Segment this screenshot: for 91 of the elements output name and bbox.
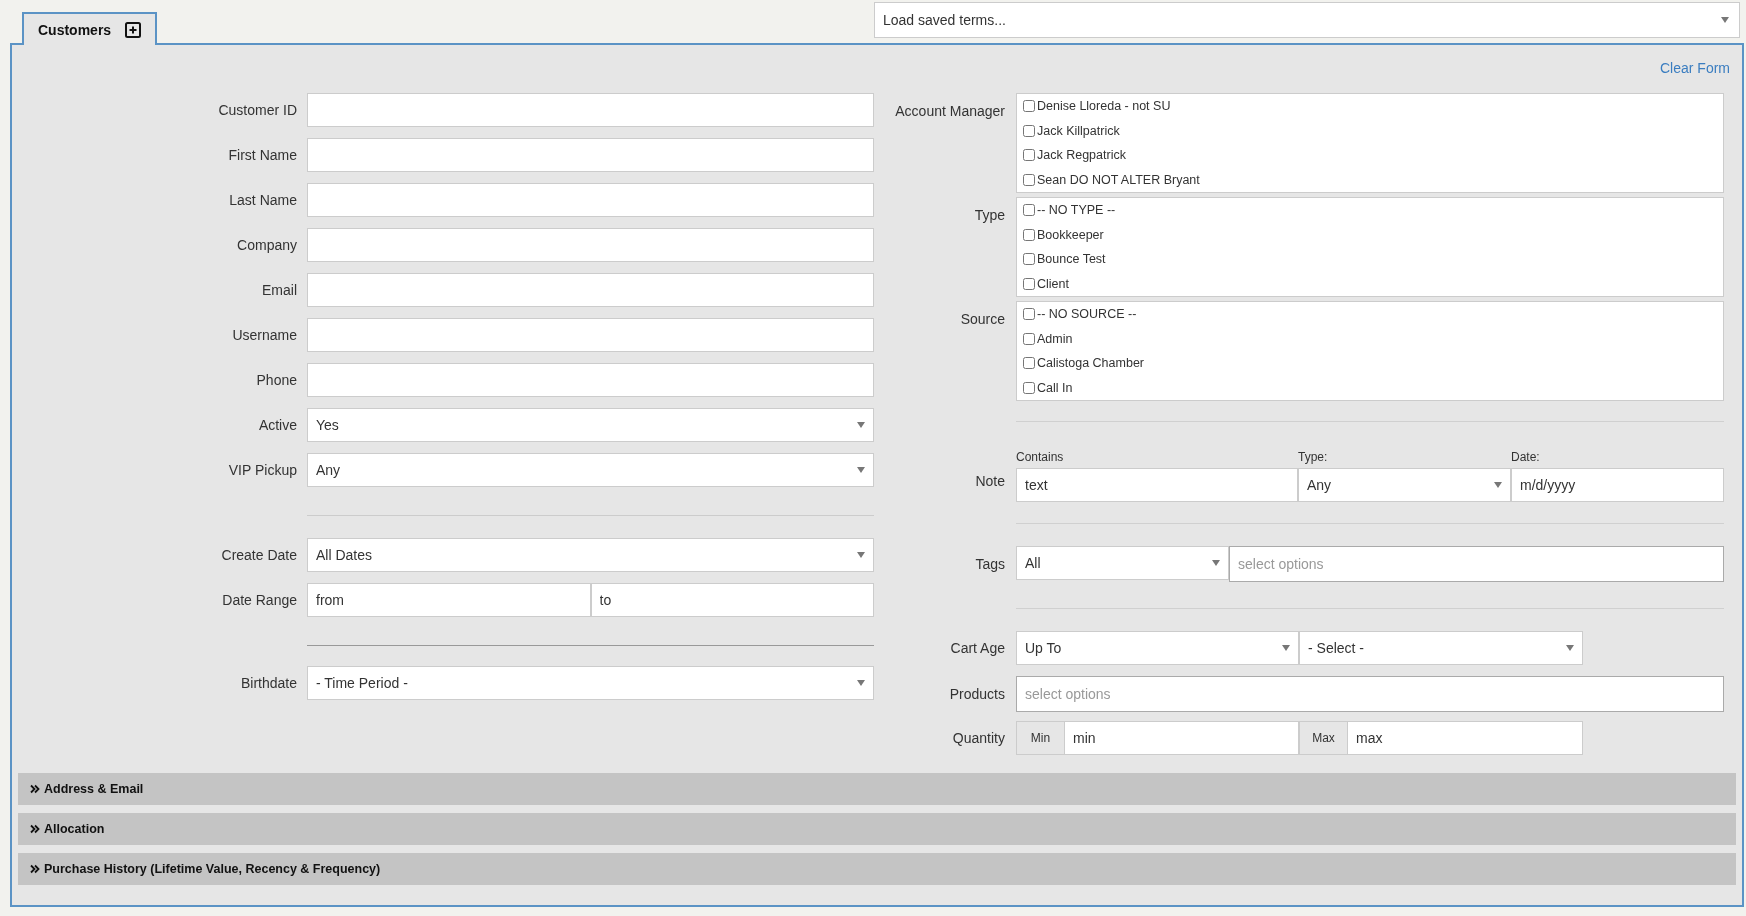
field-label: First Name [227, 147, 297, 163]
text-field[interactable] [307, 93, 874, 127]
plus-square-icon[interactable] [125, 21, 142, 38]
checkbox[interactable] [1023, 357, 1035, 370]
checkbox[interactable] [1023, 124, 1035, 137]
checkbox[interactable] [1023, 100, 1035, 112]
caret-icon [1566, 645, 1574, 651]
field-label: Products [948, 686, 1005, 702]
field-label: Active [257, 417, 297, 433]
field-label: Phone [255, 372, 297, 388]
checkbox-label: Call In [1037, 380, 1073, 395]
select-field[interactable]: All Dates [307, 538, 874, 572]
field-label: Source [959, 310, 1005, 327]
caret-icon [857, 422, 865, 428]
note-date-field[interactable]: m/d/yyyy [1511, 468, 1724, 502]
text-field[interactable] [307, 273, 874, 307]
checkbox[interactable] [1023, 204, 1035, 216]
max-field[interactable]: max [1347, 721, 1583, 755]
field-label: Last Name [228, 192, 297, 208]
caret-icon [857, 552, 865, 558]
field-caption: Type: [1298, 450, 1329, 464]
section-header[interactable]: Purchase History (Lifetime Value, Recency & Frequency) [18, 853, 1736, 885]
checkbox-label: Jack Regpatrick [1037, 148, 1126, 163]
checkbox[interactable] [1023, 149, 1035, 162]
min-addon-label: Min [1016, 721, 1064, 755]
text-field[interactable] [307, 363, 874, 397]
min-field[interactable]: min [1064, 721, 1299, 755]
caret-icon [1282, 645, 1290, 651]
text-field[interactable] [307, 318, 874, 352]
double-chevron-icon [30, 864, 40, 874]
field-label: Type [973, 206, 1005, 223]
date-to-field[interactable]: to [590, 583, 874, 617]
field-label: Tags [974, 556, 1005, 572]
field-label: Quantity [951, 730, 1005, 746]
double-chevron-icon [30, 784, 40, 794]
checkbox[interactable] [1023, 381, 1035, 394]
tab[interactable]: Customers [22, 12, 158, 45]
checkbox-label: -- NO TYPE -- [1037, 203, 1116, 217]
caret-icon [1721, 17, 1729, 23]
checkbox-label: Admin [1037, 331, 1073, 346]
field-label: Email [261, 282, 297, 298]
checkbox[interactable] [1023, 332, 1035, 345]
double-chevron-icon [30, 824, 40, 834]
section-header[interactable]: Address & Email [18, 773, 1736, 805]
field-label: Company [236, 237, 297, 253]
select-field[interactable]: Yes [307, 408, 874, 442]
field-label: Create Date [220, 547, 297, 563]
checkbox-label: Denise Lloreda - not SU [1037, 99, 1171, 113]
caret-icon [857, 467, 865, 473]
text-field[interactable] [307, 138, 874, 172]
tags-field[interactable]: select options [1229, 546, 1724, 582]
checkbox-label: Client [1037, 276, 1069, 291]
cart-age-select[interactable]: Up To [1016, 631, 1299, 665]
caret-icon [857, 680, 865, 686]
field-label: Username [231, 327, 297, 343]
field-caption: Contains [1016, 450, 1065, 464]
checkbox[interactable] [1023, 308, 1035, 320]
checkbox-label: Calistoga Chamber [1037, 356, 1144, 371]
max-addon-label: Max [1299, 721, 1347, 755]
caret-icon [1494, 482, 1502, 488]
select-field[interactable]: Any [307, 453, 874, 487]
checkbox-label: Sean DO NOT ALTER Bryant [1037, 172, 1200, 187]
note-contains-field[interactable]: text [1016, 468, 1298, 502]
checkbox[interactable] [1023, 228, 1035, 241]
products-field[interactable]: select options [1016, 676, 1724, 712]
field-label: Birthdate [239, 675, 297, 691]
field-label: Date Range [221, 592, 297, 608]
note-type-select[interactable]: Any [1298, 468, 1511, 502]
checkbox-label: Bounce Test [1037, 252, 1106, 267]
caret-icon [1212, 560, 1220, 566]
checkbox-label: Bookkeeper [1037, 227, 1104, 242]
field-label: Customer ID [217, 102, 297, 118]
text-field[interactable] [307, 183, 874, 217]
cart-period-select[interactable]: - Select - [1299, 631, 1583, 665]
checkbox[interactable] [1023, 253, 1035, 266]
checkbox-label: Jack Killpatrick [1037, 123, 1120, 138]
select-field[interactable]: - Time Period - [307, 666, 874, 700]
checkbox-label: -- NO SOURCE -- [1037, 307, 1137, 321]
field-caption: Date: [1511, 450, 1541, 464]
text-field[interactable] [307, 228, 874, 262]
section-header[interactable]: Allocation [18, 813, 1736, 845]
checkbox[interactable] [1023, 277, 1035, 290]
checkbox[interactable] [1023, 173, 1035, 186]
field-label: VIP Pickup [227, 462, 297, 478]
saved-terms-select[interactable]: Load saved terms... [874, 2, 1740, 38]
field-label: Note [974, 472, 1005, 489]
field-label: Account Manager [894, 102, 1005, 119]
field-label: Cart Age [949, 640, 1005, 656]
tags-match-select[interactable]: All [1016, 546, 1229, 580]
date-from-field[interactable]: from [307, 583, 591, 617]
clear-form-link[interactable]: Clear Form [1660, 60, 1730, 80]
